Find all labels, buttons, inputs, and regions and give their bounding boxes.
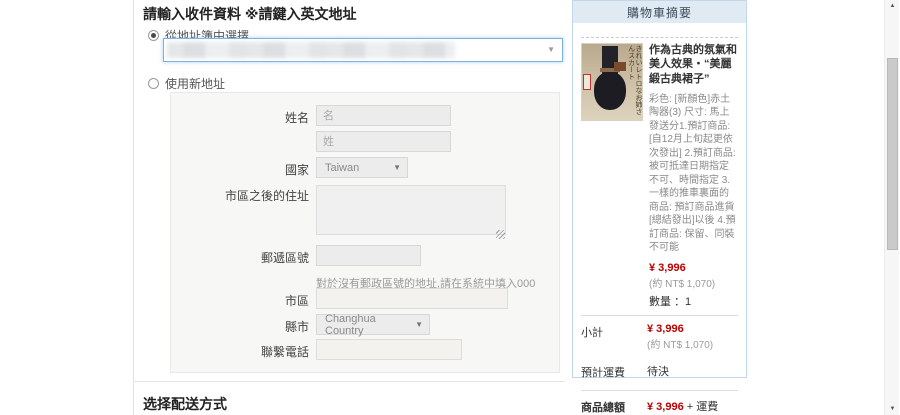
street-address-field[interactable] — [316, 185, 506, 235]
scroll-up-icon[interactable]: ▲ — [885, 3, 900, 9]
subtotal-approx: (約 NT$ 1,070) — [647, 339, 714, 351]
new-address-radio-label: 使用新地址 — [165, 77, 226, 91]
scroll-down-icon[interactable]: ▼ — [885, 406, 900, 412]
section-divider — [133, 381, 565, 382]
state-select-value: Changhua Country — [325, 312, 376, 337]
phone-label: 聯繫電話 — [260, 345, 309, 359]
checkout-page: 請輸入收件資料 ※請鍵入英文地址 從地址簿中選擇 ▼ 使用新地址 姓名 國家 — [0, 0, 900, 415]
recipient-form-title: 請輸入收件資料 ※請鍵入英文地址 — [143, 6, 357, 22]
product-price-approx: (約 NT$ 1,070) — [649, 278, 716, 290]
phone-field[interactable] — [316, 339, 462, 360]
cart-summary-title: 購物車摘要 — [573, 1, 746, 23]
subtotal-label: 小計 — [581, 326, 603, 339]
product-image: きれいレトロなお姉さんスカート — [581, 43, 643, 121]
shipping-label: 預計運費 — [581, 366, 625, 379]
product-options-text: 彩色: [新顏色]赤土陶器(3) 尺寸: 馬上發送分1.預訂商品: [自12月上… — [649, 93, 736, 254]
first-name-field[interactable] — [316, 105, 451, 126]
total-label: 商品總額 — [581, 401, 625, 414]
new-address-radio[interactable] — [148, 78, 159, 89]
address-book-select[interactable]: ▼ — [163, 38, 563, 62]
city-field[interactable] — [316, 288, 508, 309]
recipient-form-section: 請輸入收件資料 ※請鍵入英文地址 從地址簿中選擇 ▼ 使用新地址 姓名 國家 — [133, 0, 565, 415]
page-scrollbar[interactable]: ▲ ▼ — [884, 0, 899, 415]
product-quantity: 數量 ：1 — [649, 295, 692, 308]
total-value-suffix: + 運費 — [683, 400, 719, 413]
scrollbar-thumb[interactable] — [887, 58, 898, 250]
zip-code-field[interactable] — [316, 245, 421, 266]
address-fields-box: 姓名 國家 Taiwan ▼ 市區之後的住址 — [170, 92, 560, 373]
new-address-radio-row[interactable]: 使用新地址 — [148, 75, 225, 92]
state-label: 縣市 — [284, 320, 309, 334]
address-book-radio[interactable] — [148, 30, 159, 41]
chevron-down-icon: ▼ — [415, 319, 423, 329]
redacted-address-text — [167, 42, 455, 58]
city-label: 市區 — [284, 294, 309, 308]
grand-total-table: 商品總額 ¥ 3,996 + 運費 (約 NT$ 1,070 + 運費) 獲得的… — [581, 398, 738, 415]
summary-divider — [581, 314, 738, 316]
totals-table: 小計 ¥ 3,996 (約 NT$ 1,070) 預計運費 待決 — [581, 323, 738, 380]
subtotal-value: ¥ 3,996 — [647, 322, 684, 335]
resize-grip-icon[interactable] — [496, 230, 505, 239]
summary-divider — [581, 389, 738, 391]
street-label: 市區之後的住址 — [224, 189, 309, 203]
chevron-down-icon: ▼ — [547, 44, 555, 54]
total-value: ¥ 3,996 — [647, 400, 684, 413]
name-label: 姓名 — [284, 111, 309, 125]
state-select[interactable]: Changhua Country ▼ — [316, 312, 430, 337]
product-price: ¥ 3,996 — [649, 261, 686, 274]
chevron-down-icon: ▼ — [393, 162, 401, 172]
country-select[interactable]: Taiwan ▼ — [316, 157, 408, 178]
cart-item-divider — [581, 37, 738, 38]
country-label: 國家 — [284, 163, 309, 177]
shipping-section-title: 选择配送方式 — [143, 396, 227, 412]
last-name-field[interactable] — [316, 131, 451, 152]
shipping-value: 待決 — [647, 365, 669, 378]
cart-summary-panel: 購物車摘要 きれいレトロなお姉さんスカート 作為古典的氛氣和美人效果・“美麗緞古… — [572, 0, 747, 414]
product-image-caption: きれいレトロなお姉さんスカート — [627, 45, 642, 115]
country-select-value: Taiwan — [325, 161, 360, 174]
zip-label: 郵遞區號 — [260, 251, 309, 265]
product-name: 作為古典的氛氣和美人效果・“美麗緞古典裙子” — [649, 44, 737, 85]
cart-item: きれいレトロなお姉さんスカート 作為古典的氛氣和美人效果・“美麗緞古典裙子” 彩… — [581, 43, 738, 309]
